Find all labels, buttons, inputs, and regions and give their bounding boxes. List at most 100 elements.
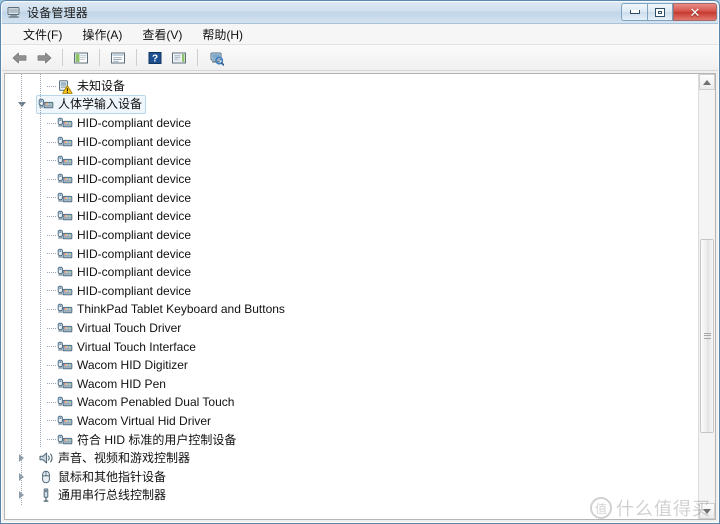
tree-item-virtual-touch-interface[interactable]: Virtual Touch Interface bbox=[5, 337, 698, 356]
tree-item-content[interactable]: Virtual Touch Interface bbox=[57, 339, 196, 355]
tree-item-usb-controllers[interactable]: 通用串行总线控制器 bbox=[5, 486, 698, 505]
scroll-up-button[interactable] bbox=[699, 74, 715, 90]
tree-item-content[interactable]: HID-compliant device bbox=[57, 190, 191, 206]
close-button[interactable]: ✕ bbox=[673, 3, 717, 21]
tree-item-unknown-device[interactable]: 未知设备 bbox=[5, 77, 698, 96]
device-manager-icon bbox=[6, 4, 22, 20]
menu-view[interactable]: 查看(V) bbox=[133, 24, 191, 45]
tree-item-content[interactable]: HID-compliant device bbox=[57, 208, 191, 224]
close-icon: ✕ bbox=[689, 4, 701, 20]
hid-device-icon bbox=[57, 320, 73, 336]
scan-hardware-icon bbox=[210, 52, 224, 66]
tree-item-label: Wacom Virtual Hid Driver bbox=[77, 413, 212, 428]
tree-item-content[interactable]: 人体学输入设备 bbox=[36, 95, 147, 115]
tree-item-hid-compliant-device[interactable]: HID-compliant device bbox=[5, 263, 698, 282]
arrow-right-icon bbox=[37, 52, 52, 63]
tree-item-wacom-penabled-dual-touch[interactable]: Wacom Penabled Dual Touch bbox=[5, 393, 698, 412]
tree-item-wacom-hid-pen[interactable]: Wacom HID Pen bbox=[5, 375, 698, 394]
tree-item-label: Virtual Touch Driver bbox=[77, 321, 182, 336]
tree-item-virtual-touch-driver[interactable]: Virtual Touch Driver bbox=[5, 319, 698, 338]
tree-item-content[interactable]: Wacom HID Digitizer bbox=[57, 357, 188, 373]
tree-item-content[interactable]: Wacom Virtual Hid Driver bbox=[57, 413, 211, 429]
title-bar[interactable]: 设备管理器 ✕ bbox=[1, 1, 719, 24]
hid-device-icon bbox=[57, 413, 73, 429]
scan-hardware-changes-button[interactable] bbox=[205, 47, 227, 68]
tree-item-hid-compliant-device[interactable]: HID-compliant device bbox=[5, 170, 698, 189]
tree-item-content[interactable]: Virtual Touch Driver bbox=[57, 320, 181, 336]
maximize-button[interactable] bbox=[647, 3, 673, 21]
tree-item-hid-compliant-device[interactable]: HID-compliant device bbox=[5, 114, 698, 133]
tree-item-hid-compliant-device[interactable]: HID-compliant device bbox=[5, 244, 698, 263]
show-hide-console-tree-button[interactable] bbox=[70, 47, 92, 68]
tree-connector-line bbox=[47, 420, 56, 422]
tree-item-content[interactable]: HID-compliant device bbox=[57, 227, 191, 243]
tree-item-hid-compliant-device[interactable]: HID-compliant device bbox=[5, 189, 698, 208]
tree-item-label: HID-compliant device bbox=[77, 135, 192, 150]
menu-file[interactable]: 文件(F) bbox=[14, 24, 71, 45]
minimize-button[interactable] bbox=[621, 3, 647, 21]
tree-item-hid-compliant-device[interactable]: HID-compliant device bbox=[5, 207, 698, 226]
hid-device-icon bbox=[57, 432, 73, 448]
tree-item-content[interactable]: HID-compliant device bbox=[57, 264, 191, 280]
tree-item-content[interactable]: 声音、视频和游戏控制器 bbox=[38, 450, 190, 466]
tree-item-hid-compliant-device[interactable]: HID-compliant device bbox=[5, 151, 698, 170]
tree-item-wacom-hid-digitizer[interactable]: Wacom HID Digitizer bbox=[5, 356, 698, 375]
tree-item-label: HID-compliant device bbox=[77, 283, 192, 298]
tree-item-thinkpad-tablet-keyboard[interactable]: ThinkPad Tablet Keyboard and Buttons bbox=[5, 300, 698, 319]
window-controls: ✕ bbox=[621, 2, 717, 22]
tree-connector-line bbox=[47, 160, 56, 162]
tree-item-content[interactable]: HID-compliant device bbox=[57, 283, 191, 299]
properties-icon bbox=[111, 52, 125, 63]
tree-item-content[interactable]: Wacom Penabled Dual Touch bbox=[57, 394, 234, 410]
tree-item-hid-compliant-device[interactable]: HID-compliant device bbox=[5, 282, 698, 301]
tree-item-content[interactable]: 未知设备 bbox=[57, 78, 125, 95]
tree-connector-line bbox=[47, 215, 56, 217]
vertical-scrollbar[interactable] bbox=[698, 74, 715, 519]
tree-connector-line bbox=[47, 439, 56, 441]
tree-item-content[interactable]: 鼠标和其他指针设备 bbox=[38, 469, 166, 485]
update-driver-button[interactable] bbox=[168, 47, 190, 68]
toolbar: ? bbox=[1, 45, 719, 71]
hid-device-icon bbox=[57, 301, 73, 317]
tree-item-mice-and-pointing-devices[interactable]: 鼠标和其他指针设备 bbox=[5, 467, 698, 486]
scrollbar-thumb[interactable] bbox=[700, 238, 714, 433]
tree-item-hid-user-control-device[interactable]: 符合 HID 标准的用户控制设备 bbox=[5, 430, 698, 449]
usb-controller-icon bbox=[38, 487, 54, 503]
back-button[interactable] bbox=[9, 47, 31, 68]
properties-button[interactable] bbox=[107, 47, 129, 68]
tree-item-hid-compliant-device[interactable]: HID-compliant device bbox=[5, 226, 698, 245]
tree-item-content[interactable]: 通用串行总线控制器 bbox=[38, 487, 166, 503]
tree-item-label: HID-compliant device bbox=[77, 209, 192, 224]
tree-item-content[interactable]: 符合 HID 标准的用户控制设备 bbox=[57, 432, 236, 448]
tree-item-human-interface-devices[interactable]: 人体学输入设备 bbox=[5, 95, 698, 115]
tree-item-content[interactable]: ThinkPad Tablet Keyboard and Buttons bbox=[57, 301, 285, 317]
tree-item-content[interactable]: HID-compliant device bbox=[57, 134, 191, 150]
tree-item-label: HID-compliant device bbox=[77, 228, 192, 243]
hid-device-icon bbox=[57, 283, 73, 299]
tree-item-content[interactable]: HID-compliant device bbox=[57, 153, 191, 169]
scroll-down-button[interactable] bbox=[699, 503, 715, 519]
tree-item-label: HID-compliant device bbox=[77, 172, 192, 187]
tree-item-label: 通用串行总线控制器 bbox=[58, 488, 167, 503]
menu-help[interactable]: 帮助(H) bbox=[193, 24, 252, 45]
tree-item-content[interactable]: HID-compliant device bbox=[57, 246, 191, 262]
tree-item-label: Wacom HID Digitizer bbox=[77, 358, 188, 373]
tree-guide-level-2 bbox=[40, 74, 41, 448]
tree-item-content[interactable]: Wacom HID Pen bbox=[57, 376, 166, 392]
tree-item-content[interactable]: HID-compliant device bbox=[57, 115, 191, 131]
minimize-icon bbox=[629, 10, 640, 14]
tree-connector-line bbox=[47, 234, 56, 236]
device-tree[interactable]: 未知设备 人体学输入设备 HID-compliant device HID-compl… bbox=[5, 74, 698, 519]
tree-item-sound-video-game-controllers[interactable]: 声音、视频和游戏控制器 bbox=[5, 449, 698, 468]
tree-connector-line bbox=[47, 141, 56, 143]
hid-device-icon bbox=[57, 171, 73, 187]
help-button[interactable]: ? bbox=[144, 47, 166, 68]
tree-item-wacom-virtual-hid-driver[interactable]: Wacom Virtual Hid Driver bbox=[5, 412, 698, 431]
tree-item-label: 符合 HID 标准的用户控制设备 bbox=[77, 432, 237, 447]
menu-action[interactable]: 操作(A) bbox=[73, 24, 131, 45]
tree-item-content[interactable]: HID-compliant device bbox=[57, 171, 191, 187]
tree-item-label: HID-compliant device bbox=[77, 190, 192, 205]
hid-device-icon bbox=[57, 134, 73, 150]
tree-item-hid-compliant-device[interactable]: HID-compliant device bbox=[5, 133, 698, 152]
forward-button[interactable] bbox=[33, 47, 55, 68]
